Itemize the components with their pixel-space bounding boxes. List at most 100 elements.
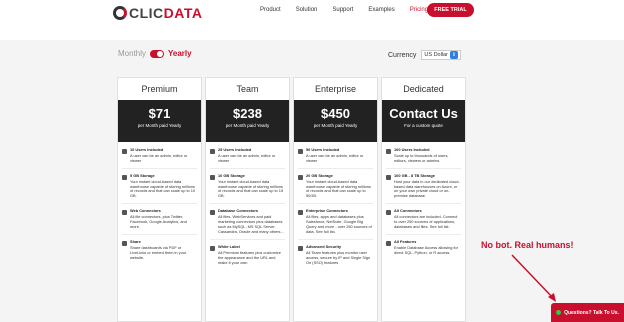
plan-price-box[interactable]: Contact Us For a custom quote [382,100,465,142]
star-icon [386,240,391,246]
feature-title: 10 GB Storage [218,172,245,178]
currency-dropdown[interactable]: US Dollar ⇕ [421,50,461,60]
plan-name: Premium [141,84,178,94]
feature-title: 20 GB Storage [306,172,333,178]
nav-link-pricing[interactable]: Pricing [410,7,428,13]
database-icon [122,174,127,180]
feature-text: Scale up to thousands of users, editors,… [394,152,449,163]
divider [386,233,461,235]
currency-label: Currency [388,51,417,59]
user-icon [298,149,303,154]
divider [298,167,373,169]
feature-item: 25 Users Included A user can be an admin,… [210,147,285,164]
feature-item: 10 GB Storage Your instant cloud-based da… [210,172,285,200]
logo-text-right: DATA [163,5,203,21]
feature-item: 50 Users Included A user can be an admin,… [298,147,373,164]
database-icon [298,174,303,180]
logo-text-left: CLIC [129,5,164,21]
feature-item: All Connectors All connectors are include… [386,208,461,230]
plan-card-enterprise: Enterprise $450 per Month paid Yearly 50… [293,77,378,322]
plan-name: Dedicated [403,84,444,94]
feature-list: 50 Users Included A user can be an admin,… [294,142,377,265]
plan-card-dedicated: Dedicated Contact Us For a custom quote … [381,77,466,322]
online-status-icon [556,310,562,315]
feature-title: 5 GB Storage [130,172,155,178]
divider [298,203,373,205]
feature-text: All connectors are included. Connect to … [394,214,458,229]
plan-billing-note: per Month paid Yearly [313,123,358,128]
feature-item: White Label All Premium features plus cus… [210,243,285,266]
feature-list: 100 Users Included Scale up to thousands … [382,142,465,256]
top-navigation: CLICDATA Product Solution Support Exampl… [0,0,624,40]
clicdata-logo[interactable]: CLICDATA [113,5,202,21]
plan-name: Team [236,84,259,94]
plan-card-premium: Premium $71 per Month paid Yearly 10 Use… [117,77,202,322]
connector-icon [386,210,391,216]
divider [122,167,197,169]
database-icon [210,174,215,180]
feature-item: 100 Users Included Scale up to thousands … [386,147,461,164]
annotation-text: No bot. Real humans! [481,240,574,250]
user-icon [386,149,391,154]
feature-text: All files, WebServices and paid marketin… [218,214,284,234]
divider [386,203,461,205]
feature-item: 10 Users Included A user can be an admin,… [122,147,197,164]
nav-link-solution[interactable]: Solution [296,7,318,13]
currency-selector: Currency US Dollar ⇕ [388,50,461,60]
connector-icon [210,210,215,216]
feature-text: A user can be an admin, editor or viewer [306,152,364,163]
plan-billing-note: For a custom quote [404,123,443,128]
billing-toggle: Monthly Yearly [118,49,192,58]
divider [298,238,373,240]
feature-list: 10 Users Included A user can be an admin,… [118,142,201,261]
feature-item: All Features Enable Database Access allow… [386,239,461,256]
plans-row: Premium $71 per Month paid Yearly 10 Use… [117,77,469,322]
feature-text: Enable Database Access allowing for dire… [394,244,459,255]
feature-text: All Team features plus monitor user acce… [306,249,371,265]
feature-list: 25 Users Included A user can be an admin,… [206,142,289,265]
feature-title: White Label [218,243,240,249]
feature-text: All Premium features plus customize the … [218,249,281,265]
plan-price-box: $71 per Month paid Yearly [118,100,201,142]
divider [210,167,285,169]
feature-text: Your instant cloud-based data warehouse … [130,178,196,199]
plan-billing-note: per Month paid Yearly [225,123,270,128]
plan-price: $238 [233,106,262,121]
chat-label: Questions? Talk To Us. [564,309,619,316]
divider [122,203,197,205]
feature-item: Web Connectors All file connectors, plus … [122,208,197,230]
billing-switch[interactable] [150,49,165,58]
nav-link-product[interactable]: Product [260,7,281,13]
yearly-label[interactable]: Yearly [168,49,192,58]
feature-text: Your instant cloud-based data warehouse … [306,178,371,199]
feature-title: Advanced Security [306,243,342,249]
plan-price-box: $450 per Month paid Yearly [294,100,377,142]
feature-text: All files, apps and databases plus Sales… [306,214,372,234]
free-trial-button[interactable]: FREE TRIAL [427,3,474,17]
contact-us-link[interactable]: Contact Us [382,106,465,121]
annotation-arrow-icon [511,254,556,302]
feature-item: Database Connectors All files, WebService… [210,208,285,235]
feature-item: Share Share dashboards via PDF or LiveLin… [122,239,197,261]
nav-link-examples[interactable]: Examples [368,7,394,13]
feature-text: Host your data in our dedicated cloud-ba… [394,178,460,199]
feature-item: 5 GB Storage Your instant cloud-based dat… [122,172,197,200]
dropdown-arrow-icon: ⇕ [449,51,458,59]
feature-item: Enterprise Connectors All files, apps and… [298,208,373,235]
feature-text: A user can be an admin, editor or viewer [130,152,188,163]
lock-icon [298,245,303,251]
chat-button[interactable]: Questions? Talk To Us. [551,303,624,322]
plan-card-team: Team $238 per Month paid Yearly 25 Users… [205,77,290,322]
feature-title: 100 GB - 8 TB Storage [394,172,435,178]
switch-knob [157,50,164,57]
feature-text: Your instant cloud-based data warehouse … [218,178,284,199]
monthly-label[interactable]: Monthly [118,49,146,58]
currency-value: US Dollar [424,52,448,58]
connector-icon [298,210,303,216]
feature-item: 100 GB - 8 TB Storage Host your data in o… [386,172,461,200]
plan-billing-note: per Month paid Yearly [137,123,182,128]
user-icon [122,149,127,154]
feature-text: Share dashboards via PDF or LiveLinks or… [130,244,187,260]
nav-link-support[interactable]: Support [332,7,353,13]
plan-price: $450 [321,106,350,121]
